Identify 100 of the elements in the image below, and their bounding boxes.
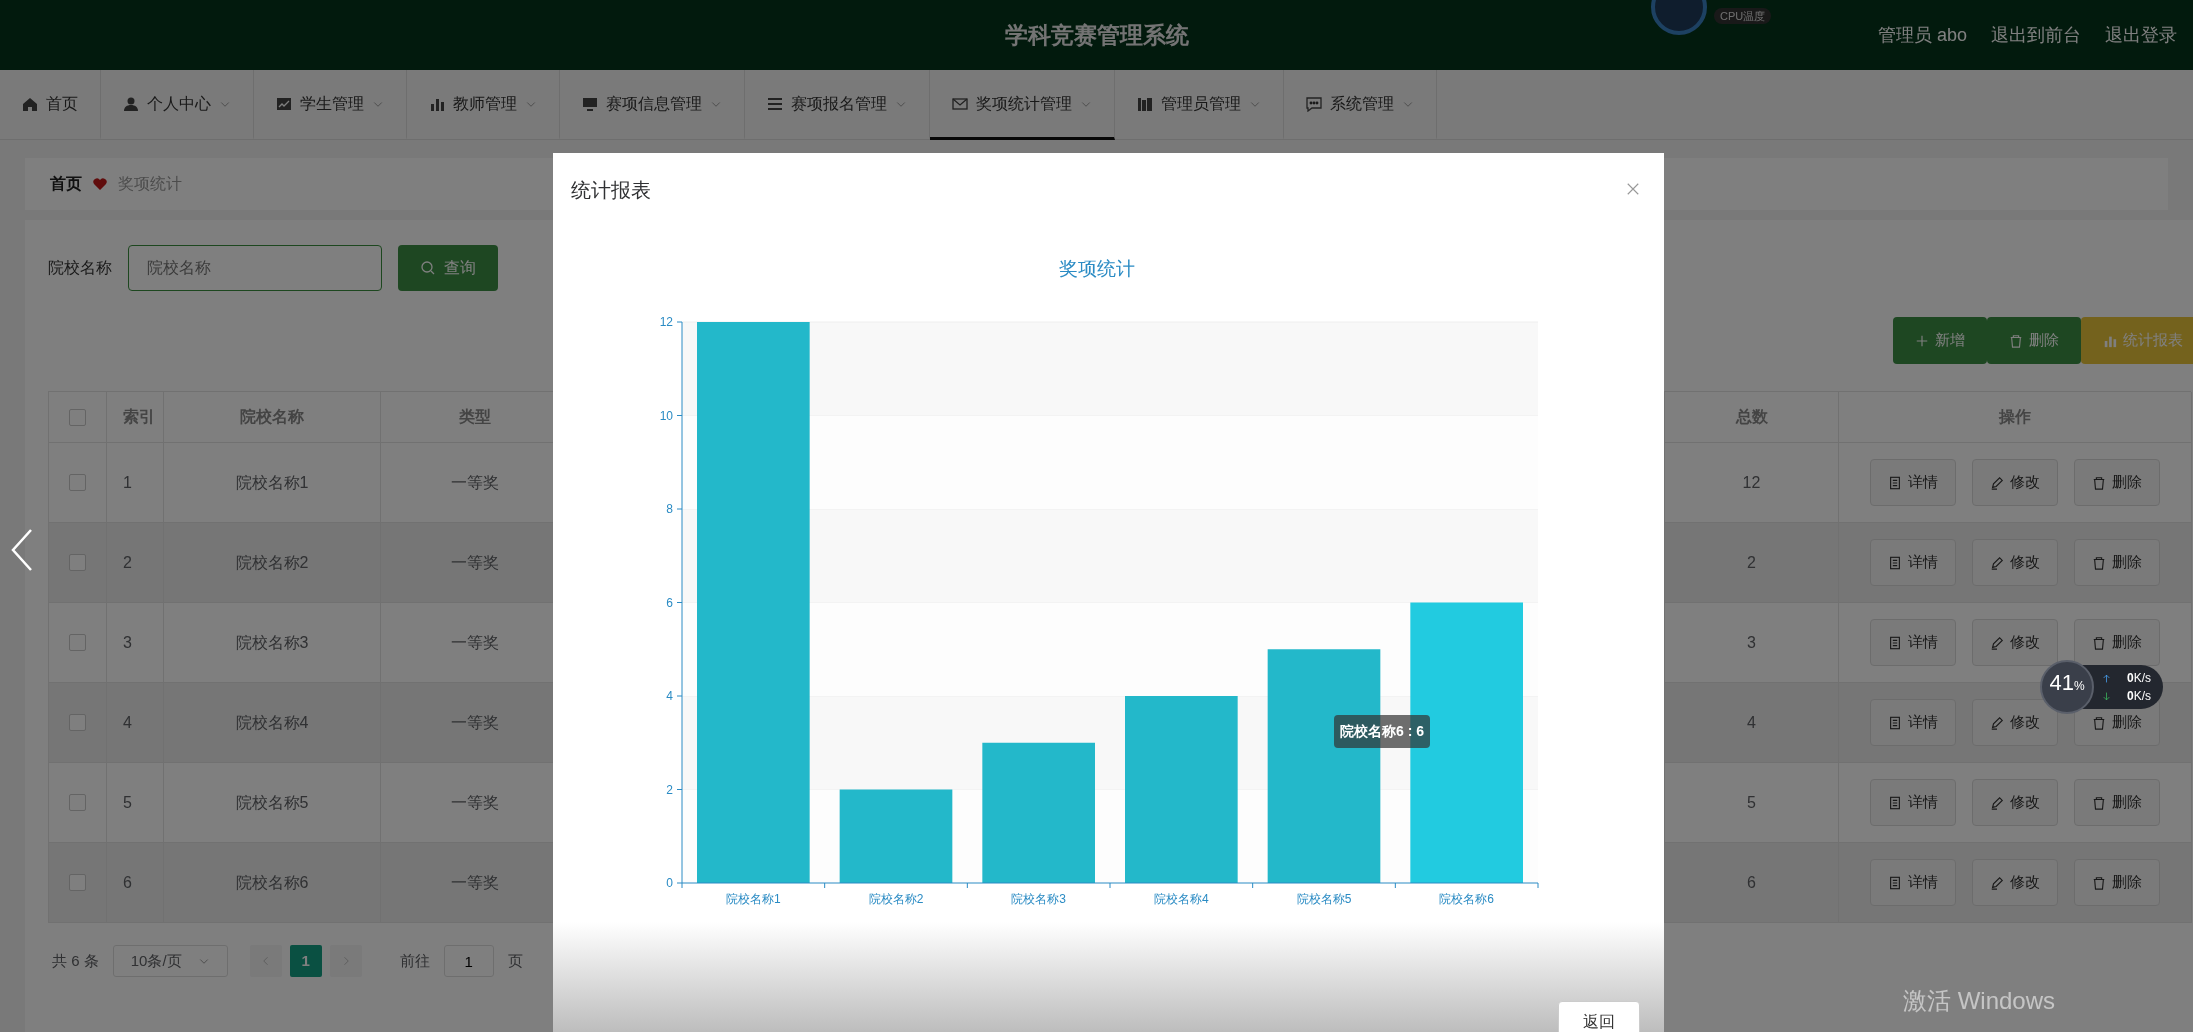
checkbox[interactable]	[69, 714, 86, 731]
row-action-button[interactable]: 详情	[1870, 699, 1956, 746]
table-cell-text: 院校名称3	[235, 632, 309, 653]
trash-icon	[2092, 555, 2106, 570]
pencil-icon	[1990, 875, 2004, 890]
header-link[interactable]: 退出到前台	[1991, 21, 2081, 49]
search-label: 院校名称	[48, 258, 112, 278]
gauge-label: CPU温度	[1714, 7, 1772, 24]
table-cell-text: 院校名称6	[235, 872, 309, 893]
next-page-button[interactable]	[329, 945, 362, 977]
row-action-button[interactable]: 详情	[1870, 779, 1956, 826]
chart-icon	[276, 95, 292, 112]
monitor-icon	[582, 95, 598, 112]
column-header: 索引	[123, 407, 155, 427]
table-cell-text: 3	[1747, 632, 1756, 653]
page-button[interactable]: 1	[289, 945, 322, 977]
row-action-button[interactable]: 删除	[2074, 459, 2160, 506]
table-cell-text: 一等奖	[450, 792, 499, 813]
chevron-left-icon[interactable]	[10, 528, 34, 572]
table-cell-text: 6	[1747, 872, 1756, 893]
row-action-button[interactable]: 删除	[2074, 859, 2160, 906]
table-cell-text: 2	[123, 552, 132, 573]
page-field[interactable]: 1	[443, 945, 494, 977]
document-icon	[1888, 875, 1902, 890]
table-cell-text: 6	[123, 872, 132, 893]
list-icon	[767, 95, 783, 112]
nav-tab[interactable]: 个人中心	[101, 70, 254, 140]
bar[interactable]	[1267, 649, 1381, 883]
column-header: 操作	[1999, 407, 2031, 427]
document-icon	[1888, 555, 1902, 570]
search-icon	[420, 260, 436, 276]
header-link[interactable]: 退出登录	[2105, 21, 2177, 49]
nav-tab[interactable]: 管理员管理	[1115, 70, 1284, 140]
nav-tab[interactable]: 赛项报名管理	[745, 70, 930, 140]
table-cell-text: 一等奖	[450, 472, 499, 493]
nav-tab[interactable]: 系统管理	[1284, 70, 1437, 140]
table-cell-text: 5	[1747, 792, 1756, 813]
trash-icon	[2009, 333, 2023, 348]
page-size-select[interactable]: 10条/页	[112, 945, 228, 977]
chart-tooltip: 院校名称6 : 6	[1334, 714, 1430, 748]
axis-tick-label: 10	[659, 408, 673, 423]
back-button[interactable]: 返回	[1558, 1001, 1640, 1032]
goto-label: 前往	[399, 950, 430, 971]
axis-tick-label: 0	[666, 876, 673, 890]
arrow-up-icon	[2102, 673, 2111, 683]
breadcrumb-link[interactable]: 首页	[50, 172, 82, 196]
upload-speed: 0K/s	[2127, 670, 2152, 687]
checkbox[interactable]	[69, 474, 86, 491]
axis-tick-label: 12	[659, 315, 673, 329]
row-action-button[interactable]: 修改	[1972, 459, 2058, 506]
row-action-button[interactable]: 修改	[1972, 539, 2058, 586]
table-cell-text: 院校名称2	[235, 552, 309, 573]
search-field[interactable]: 院校名称	[128, 245, 382, 291]
row-action-button[interactable]: 删除	[2074, 779, 2160, 826]
search-button[interactable]: 查询	[398, 245, 498, 291]
axis-category-label: 院校名称6	[1439, 892, 1494, 906]
pencil-icon	[1990, 635, 2004, 650]
checkbox[interactable]	[69, 794, 86, 811]
pencil-icon	[1990, 795, 2004, 810]
row-action-button[interactable]: 修改	[1972, 699, 2058, 746]
axis-category-label: 院校名称2	[868, 892, 924, 906]
row-action-button[interactable]: 修改	[1972, 619, 2058, 666]
app-title: 学科竞赛管理系统	[1004, 20, 1189, 50]
nav-tab[interactable]: 奖项统计管理	[930, 70, 1115, 140]
nav-tab[interactable]: 学生管理	[254, 70, 407, 140]
person-icon	[123, 95, 139, 112]
table-cell-text: 院校名称1	[235, 472, 309, 493]
pencil-icon	[1990, 555, 2004, 570]
previous-page-button[interactable]	[249, 945, 282, 977]
row-action-button[interactable]: 修改	[1972, 859, 2058, 906]
checkbox[interactable]	[69, 634, 86, 651]
axis-category-label: 院校名称3	[1011, 892, 1066, 906]
document-icon	[1888, 795, 1902, 810]
checkbox[interactable]	[69, 874, 86, 891]
pencil-icon	[1990, 715, 2004, 730]
nav-tab[interactable]: 首页	[0, 70, 101, 140]
pencil-icon	[1990, 475, 2004, 490]
axis-category-label: 院校名称5	[1296, 892, 1352, 906]
row-action-button[interactable]: 删除	[2074, 539, 2160, 586]
row-action-button[interactable]: 详情	[1870, 859, 1956, 906]
dialog-title: 统计报表	[571, 178, 651, 203]
add-button[interactable]: 新增	[1893, 317, 1987, 364]
arrow-down-icon	[2102, 691, 2111, 701]
delete-button[interactable]: 删除	[1987, 317, 2081, 364]
table-cell-text: 12	[1742, 472, 1761, 493]
nav-tab[interactable]: 教师管理	[407, 70, 560, 140]
checkbox[interactable]	[69, 554, 86, 571]
row-action-button[interactable]: 修改	[1972, 779, 2058, 826]
user-label: 管理员 abo	[1877, 23, 1967, 47]
home-icon	[22, 95, 38, 112]
column-header: 院校名称	[240, 407, 304, 427]
row-action-button[interactable]: 详情	[1870, 539, 1956, 586]
axis-tick-label: 2	[666, 782, 673, 797]
row-action-button[interactable]: 详情	[1870, 459, 1956, 506]
table-cell-text: 4	[123, 712, 132, 733]
activation-notice: 激活 Windows	[1903, 986, 2056, 1016]
row-action-button[interactable]: 删除	[2074, 619, 2160, 666]
nav-tab[interactable]: 赛项信息管理	[560, 70, 745, 140]
row-action-button[interactable]: 详情	[1870, 619, 1956, 666]
checkbox[interactable]	[69, 408, 86, 426]
